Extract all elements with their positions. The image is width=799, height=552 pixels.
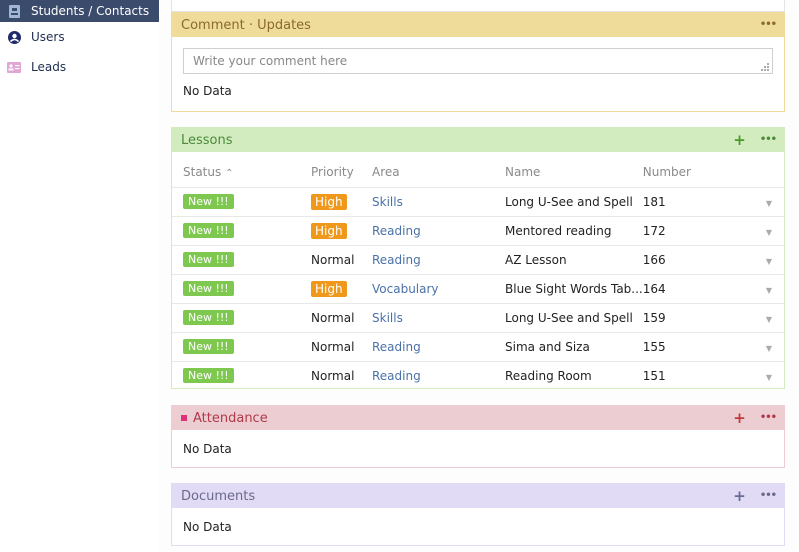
square-marker-icon xyxy=(181,415,187,421)
resize-grip-icon[interactable] xyxy=(761,63,769,71)
previous-panel-edge xyxy=(171,0,785,12)
row-dropdown-icon[interactable]: ▼ xyxy=(766,199,772,208)
lesson-name: AZ Lesson xyxy=(505,252,567,267)
sidebar-item-label: Leads xyxy=(31,60,67,74)
column-header-status[interactable]: Status ⌃ xyxy=(172,152,311,188)
contact-badge-icon xyxy=(7,4,21,18)
table-row[interactable]: New !!! Normal Reading Reading Room 151 ▼ xyxy=(172,361,784,390)
lesson-name: Mentored reading xyxy=(505,223,612,238)
column-header-priority[interactable]: Priority xyxy=(311,152,372,188)
row-dropdown-icon[interactable]: ▼ xyxy=(766,373,772,382)
table-row[interactable]: New !!! Normal Reading AZ Lesson 166 ▼ xyxy=(172,245,784,275)
lesson-number: 181 xyxy=(642,194,666,209)
lesson-number: 164 xyxy=(642,281,666,296)
column-header-name[interactable]: Name xyxy=(505,152,643,188)
row-dropdown-icon[interactable]: ▼ xyxy=(766,286,772,295)
status-badge: New !!! xyxy=(183,194,234,209)
lesson-number: 172 xyxy=(642,223,666,238)
priority-badge: High xyxy=(311,193,347,210)
more-options-icon[interactable]: ••• xyxy=(760,135,777,145)
area-link[interactable]: Vocabulary xyxy=(372,282,439,296)
status-badge: New !!! xyxy=(183,368,234,384)
row-dropdown-icon[interactable]: ▼ xyxy=(766,228,772,237)
status-badge: New !!! xyxy=(183,223,234,238)
area-link[interactable]: Reading xyxy=(372,253,421,267)
area-link[interactable]: Reading xyxy=(372,340,421,354)
area-link[interactable]: Skills xyxy=(372,311,403,325)
panel-title: Lessons xyxy=(181,132,233,148)
attendance-panel: Attendance + ••• No Data xyxy=(171,405,785,468)
lessons-panel-header: Lessons + ••• xyxy=(172,128,784,152)
add-icon[interactable]: + xyxy=(733,410,746,426)
status-badge: New !!! xyxy=(183,339,234,354)
sidebar-item-label: Students / Contacts xyxy=(31,4,150,18)
sidebar-item-students-contacts[interactable]: Students / Contacts xyxy=(0,0,159,22)
comment-input[interactable]: Write your comment here xyxy=(183,48,773,74)
row-dropdown-icon[interactable]: ▼ xyxy=(766,344,772,353)
lesson-name: Reading Room xyxy=(505,368,592,383)
lesson-number: 166 xyxy=(642,252,666,267)
table-row[interactable]: New !!! High Skills Long U-See and Spell 181… xyxy=(172,187,784,217)
add-icon[interactable]: + xyxy=(733,488,746,504)
more-options-icon[interactable]: ••• xyxy=(760,20,777,30)
priority-badge: High xyxy=(311,222,347,239)
status-badge: New !!! xyxy=(183,310,234,325)
table-row[interactable]: New !!! High Reading Mentored reading 172 ▼ xyxy=(172,216,784,246)
area-link[interactable]: Skills xyxy=(372,195,403,209)
panel-title: Attendance xyxy=(193,410,268,426)
table-row[interactable]: New !!! Normal Reading Sima and Siza 155 ▼ xyxy=(172,332,784,362)
row-dropdown-icon[interactable]: ▼ xyxy=(766,257,772,266)
area-link[interactable]: Reading xyxy=(372,369,421,383)
comments-panel: Comment · Updates ••• Write your comment… xyxy=(171,12,785,112)
row-dropdown-icon[interactable]: ▼ xyxy=(766,315,772,324)
more-options-icon[interactable]: ••• xyxy=(760,491,777,501)
no-data-text: No Data xyxy=(183,442,232,456)
status-badge: New !!! xyxy=(183,281,234,296)
add-icon[interactable]: + xyxy=(733,132,746,148)
area-link[interactable]: Reading xyxy=(372,224,421,238)
priority-text: Normal xyxy=(311,368,355,383)
lessons-table: Status ⌃ Priority Area Name Number New !… xyxy=(172,152,784,390)
lesson-name: Long U-See and Spell xyxy=(505,194,633,209)
priority-text: Normal xyxy=(311,310,355,325)
sidebar: Students / Contacts Users Leads xyxy=(0,0,159,552)
comment-placeholder: Write your comment here xyxy=(193,54,348,68)
id-card-icon xyxy=(7,60,21,74)
lesson-name: Long U-See and Spell xyxy=(505,310,633,325)
panel-title: Comment · Updates xyxy=(181,17,311,33)
status-badge: New !!! xyxy=(183,252,234,267)
sort-asc-icon: ⌃ xyxy=(225,168,234,180)
more-options-icon[interactable]: ••• xyxy=(760,413,777,423)
column-header-area[interactable]: Area xyxy=(372,152,505,188)
lesson-number: 155 xyxy=(642,339,666,354)
comments-panel-header: Comment · Updates ••• xyxy=(172,13,784,37)
sidebar-item-label: Users xyxy=(31,30,65,44)
lesson-number: 151 xyxy=(642,368,666,383)
table-row[interactable]: New !!! Normal Skills Long U-See and Spell 1… xyxy=(172,303,784,333)
table-row[interactable]: New !!! High Vocabulary Blue Sight Words Ta… xyxy=(172,274,784,304)
lesson-name: Sima and Siza xyxy=(505,339,590,354)
panel-title: Documents xyxy=(181,488,256,504)
priority-badge: High xyxy=(311,280,347,297)
sidebar-item-users[interactable]: Users xyxy=(0,22,159,52)
documents-panel-header: Documents + ••• xyxy=(172,484,784,508)
lesson-name: Blue Sight Words Tab... xyxy=(505,281,643,296)
no-data-text: No Data xyxy=(183,84,232,98)
lessons-panel: Lessons + ••• Status ⌃ Priority Area Nam… xyxy=(171,127,785,389)
no-data-text: No Data xyxy=(183,520,232,534)
sidebar-item-leads[interactable]: Leads xyxy=(0,52,159,82)
lesson-number: 159 xyxy=(642,310,666,325)
attendance-panel-header: Attendance + ••• xyxy=(172,406,784,430)
documents-panel: Documents + ••• No Data xyxy=(171,483,785,546)
user-circle-icon xyxy=(7,30,21,44)
column-header-number[interactable]: Number xyxy=(642,152,763,188)
priority-text: Normal xyxy=(311,339,355,354)
priority-text: Normal xyxy=(311,252,355,267)
